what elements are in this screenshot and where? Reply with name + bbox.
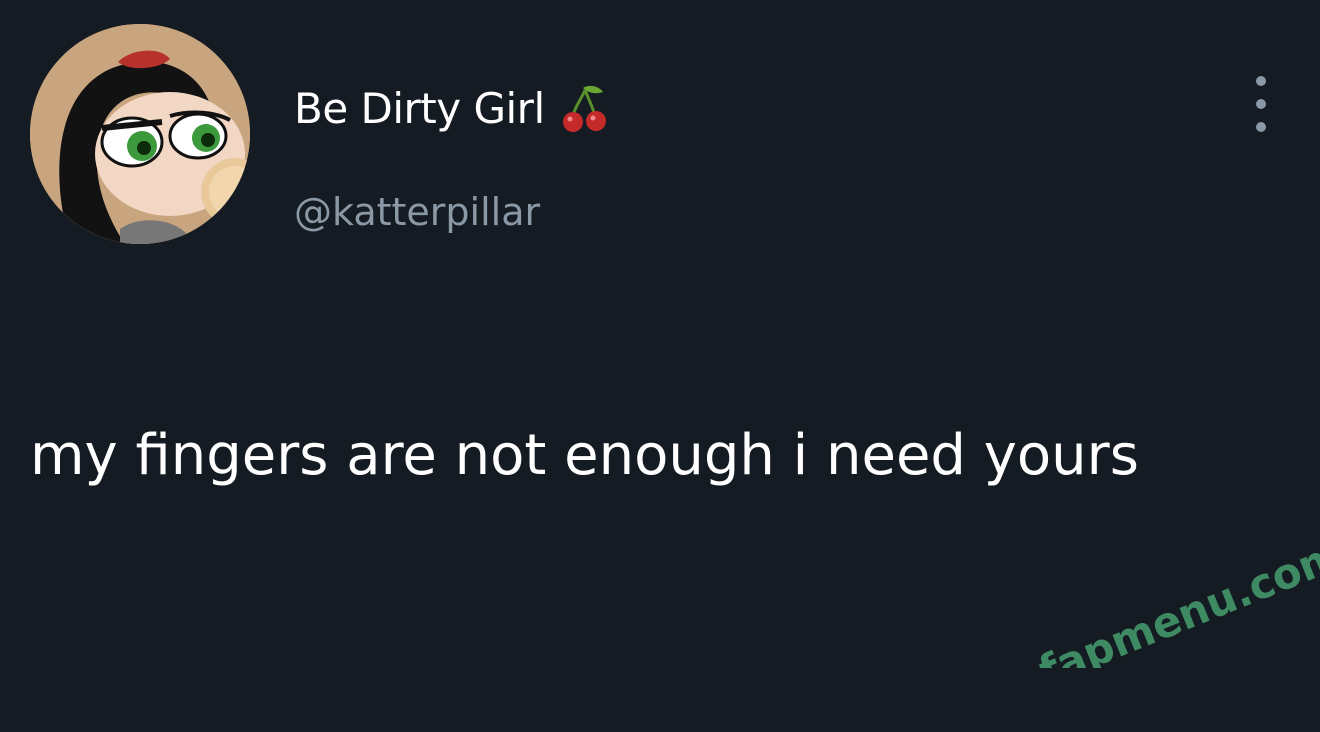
- display-name-text: Be Dirty Girl: [294, 83, 545, 133]
- more-vertical-icon: [1256, 76, 1266, 86]
- cherry-icon: [559, 82, 611, 134]
- watermark: fapmenu.com: [1018, 530, 1320, 696]
- tweet-text: my fingers are not enough i need yours: [30, 423, 1139, 488]
- watermark-text: fapmenu.com: [1032, 548, 1320, 668]
- user-handle[interactable]: @katterpillar: [294, 190, 540, 234]
- more-vertical-icon-dot: [1256, 122, 1266, 132]
- cartoon-avatar-icon: [30, 24, 250, 244]
- display-name[interactable]: Be Dirty Girl: [294, 80, 611, 136]
- more-options-button[interactable]: [1246, 76, 1276, 132]
- more-vertical-icon-dot: [1256, 99, 1266, 109]
- avatar[interactable]: [30, 24, 250, 244]
- tweet-card: Be Dirty Girl @katterpillar my fingers a…: [0, 0, 1320, 732]
